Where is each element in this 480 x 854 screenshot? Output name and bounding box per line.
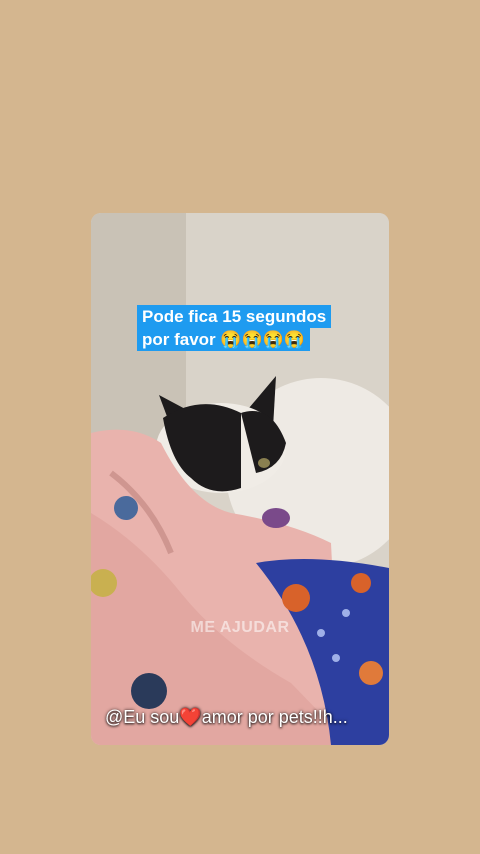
video-frame <box>91 213 389 745</box>
watermark-text: ME AJUDAR <box>190 619 290 636</box>
video-caption: Pode fica 15 segundos por favor 😭😭😭😭 <box>137 305 345 351</box>
caption-line-2: por favor 😭😭😭😭 <box>137 328 311 351</box>
video-card[interactable]: Pode fica 15 segundos por favor 😭😭😭😭 ME … <box>91 213 389 745</box>
account-handle[interactable]: @Eu sou❤️amor por pets!!h... <box>105 707 389 728</box>
caption-line-1: Pode fica 15 segundos <box>137 305 332 328</box>
